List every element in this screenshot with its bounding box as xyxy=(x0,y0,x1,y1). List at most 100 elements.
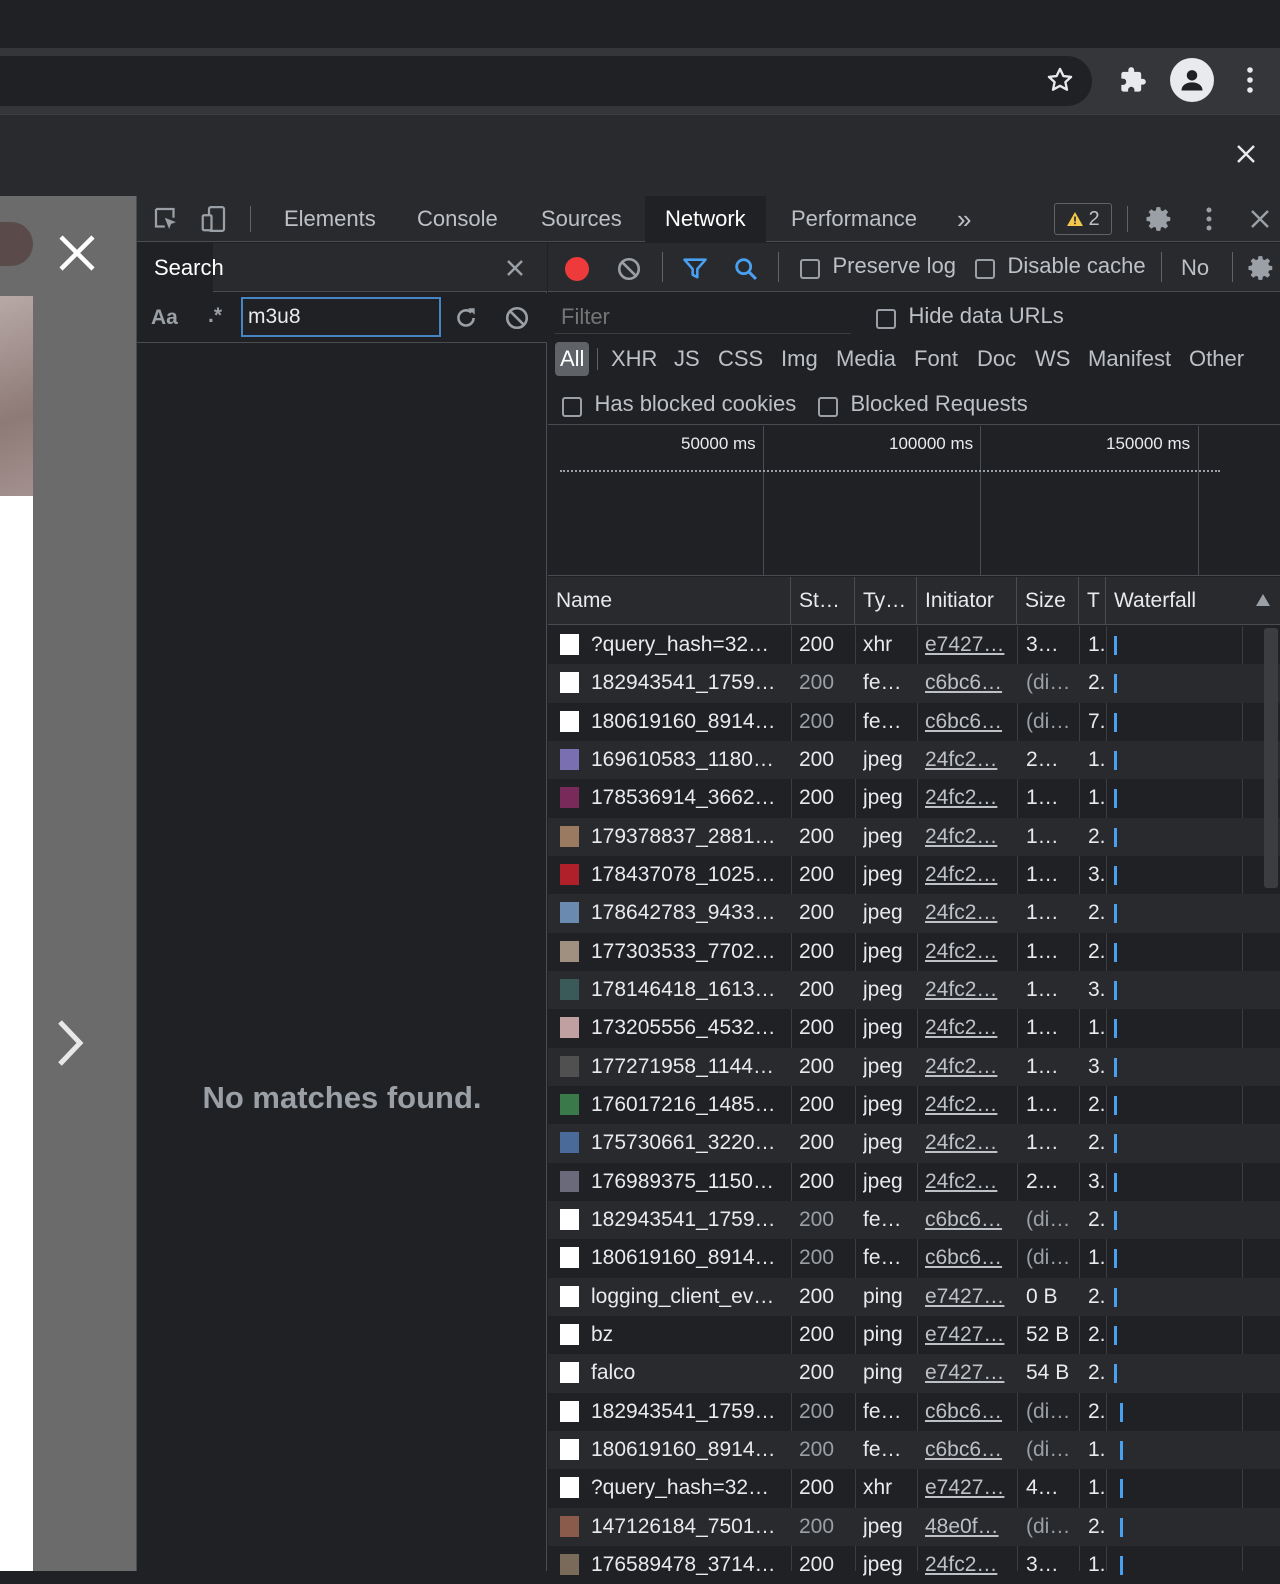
filter-type-manifest[interactable]: Manifest xyxy=(1083,342,1176,376)
filter-type-all[interactable]: All xyxy=(555,342,590,376)
request-row[interactable]: ?query_hash=32… 200 xhr e7427… 4… 1. xyxy=(548,1469,1280,1507)
request-row[interactable]: 176589478_3714… 200 jpeg 24fc2… 3… 1. xyxy=(548,1546,1280,1584)
request-initiator[interactable]: 24fc2… xyxy=(925,1086,1011,1124)
filter-type-css[interactable]: CSS xyxy=(713,342,768,376)
column-name[interactable]: Name xyxy=(548,577,791,625)
request-row[interactable]: 179378837_2881… 200 jpeg 24fc2… 1… 2. xyxy=(548,817,1280,856)
clear-log-icon[interactable] xyxy=(616,256,642,287)
request-initiator[interactable]: 24fc2… xyxy=(925,1124,1011,1162)
search-input[interactable] xyxy=(241,297,441,337)
blocked-requests-checkbox[interactable] xyxy=(818,396,838,417)
request-initiator[interactable]: 48e0f… xyxy=(925,1508,1011,1546)
request-initiator[interactable]: 24fc2… xyxy=(925,1048,1011,1086)
request-initiator[interactable]: e7427… xyxy=(925,1354,1011,1392)
column-size[interactable]: Size xyxy=(1017,577,1079,625)
filter-type-other[interactable]: Other xyxy=(1184,342,1249,376)
request-initiator[interactable]: 24fc2… xyxy=(925,779,1011,817)
request-initiator[interactable]: e7427… xyxy=(925,1278,1011,1316)
hide-data-urls-option[interactable]: Hide data URLs xyxy=(876,303,1064,329)
request-row[interactable]: ?query_hash=32… 200 xhr e7427… 3… 1. xyxy=(548,626,1280,664)
devtools-menu-icon[interactable] xyxy=(1205,206,1213,237)
column-initiator[interactable]: Initiator xyxy=(917,577,1017,625)
filter-type-img[interactable]: Img xyxy=(776,342,823,376)
settings-gear-icon[interactable] xyxy=(1144,204,1174,239)
request-initiator[interactable]: 24fc2… xyxy=(925,971,1011,1009)
page-next-chevron-icon[interactable] xyxy=(54,1018,86,1073)
preserve-log-checkbox[interactable] xyxy=(800,258,820,279)
request-row[interactable]: 169610583_1180… 200 jpeg 24fc2… 2… 1. xyxy=(548,740,1280,780)
request-row[interactable]: 176017216_1485… 200 jpeg 24fc2… 1… 2. xyxy=(548,1086,1280,1124)
request-row[interactable]: 176989375_1150… 200 jpeg 24fc2… 2… 3. xyxy=(548,1163,1280,1201)
requests-scrollbar[interactable] xyxy=(1264,628,1278,888)
request-row[interactable]: 175730661_3220… 200 jpeg 24fc2… 1… 2. xyxy=(548,1124,1280,1163)
request-initiator[interactable]: c6bc6… xyxy=(925,1393,1011,1431)
regex-toggle[interactable]: .* xyxy=(208,304,222,328)
request-row[interactable]: 180619160_8914… 200 fe… c6bc6… (di… 7. xyxy=(548,703,1280,741)
tab-elements[interactable]: Elements xyxy=(264,196,396,242)
column-status[interactable]: St… xyxy=(791,577,855,625)
request-row[interactable]: 177271958_1144… 200 jpeg 24fc2… 1… 3. xyxy=(548,1047,1280,1086)
device-toolbar-icon[interactable] xyxy=(199,204,229,239)
request-initiator[interactable]: 24fc2… xyxy=(925,1163,1011,1201)
request-initiator[interactable]: e7427… xyxy=(925,626,1011,664)
column-time[interactable]: T xyxy=(1079,577,1106,625)
request-initiator[interactable]: c6bc6… xyxy=(925,1201,1011,1239)
tab-network[interactable]: Network xyxy=(645,196,766,242)
request-row[interactable]: 177303533_7702… 200 jpeg 24fc2… 1… 2. xyxy=(548,933,1280,971)
blocked-cookies-checkbox[interactable] xyxy=(562,396,582,417)
search-close-icon[interactable] xyxy=(505,258,525,283)
request-initiator[interactable]: c6bc6… xyxy=(925,664,1011,702)
filter-type-ws[interactable]: WS xyxy=(1030,342,1075,376)
request-initiator[interactable]: c6bc6… xyxy=(925,1239,1011,1277)
page-close-icon[interactable] xyxy=(56,232,98,279)
request-row[interactable]: 182943541_1759… 200 fe… c6bc6… (di… 2. xyxy=(548,1200,1280,1240)
request-initiator[interactable]: 24fc2… xyxy=(925,741,1011,779)
blocked-cookies-option[interactable]: Has blocked cookies xyxy=(562,391,796,417)
request-initiator[interactable]: 24fc2… xyxy=(925,818,1011,856)
infobar-close-icon[interactable] xyxy=(1234,142,1258,171)
column-type[interactable]: Ty… xyxy=(855,577,917,625)
throttling-select[interactable]: No xyxy=(1181,255,1209,281)
request-row[interactable]: falco 200 ping e7427… 54 B 2. xyxy=(548,1354,1280,1393)
filter-type-doc[interactable]: Doc xyxy=(972,342,1021,376)
warnings-badge[interactable]: 2 xyxy=(1054,203,1112,235)
request-row[interactable]: 147126184_7501… 200 jpeg 48e0f… (di… 2. xyxy=(548,1507,1280,1546)
request-row[interactable]: 173205556_4532… 200 jpeg 24fc2… 1… 1. xyxy=(548,1009,1280,1047)
request-row[interactable]: 178146418_1613… 200 jpeg 24fc2… 1… 3. xyxy=(548,970,1280,1010)
preserve-log-option[interactable]: Preserve log xyxy=(800,253,956,279)
search-icon[interactable] xyxy=(732,255,760,288)
request-initiator[interactable]: 24fc2… xyxy=(925,933,1011,971)
more-tabs-icon[interactable]: » xyxy=(937,196,991,242)
filter-input[interactable] xyxy=(555,300,851,334)
tab-console[interactable]: Console xyxy=(397,196,518,242)
request-row[interactable]: 180619160_8914… 200 fe… c6bc6… (di… 1. xyxy=(548,1430,1280,1470)
bookmark-star-icon[interactable] xyxy=(1038,58,1082,102)
request-row[interactable]: 178536914_3662… 200 jpeg 24fc2… 1… 1. xyxy=(548,779,1280,817)
tab-sources[interactable]: Sources xyxy=(521,196,642,242)
search-tab[interactable]: Search xyxy=(137,243,224,292)
column-waterfall[interactable]: Waterfall xyxy=(1106,577,1280,625)
tab-performance[interactable]: Performance xyxy=(771,196,937,242)
request-initiator[interactable]: e7427… xyxy=(925,1469,1011,1507)
request-row[interactable]: 182943541_1759… 200 fe… c6bc6… (di… 2. xyxy=(548,1393,1280,1431)
request-initiator[interactable]: 24fc2… xyxy=(925,1009,1011,1047)
clear-search-icon[interactable] xyxy=(504,305,530,336)
request-initiator[interactable]: c6bc6… xyxy=(925,1431,1011,1469)
request-row[interactable]: 178437078_1025… 200 jpeg 24fc2… 1… 3. xyxy=(548,856,1280,894)
extensions-puzzle-icon[interactable] xyxy=(1111,58,1155,102)
request-row[interactable]: logging_client_ev… 200 ping e7427… 0 B 2. xyxy=(548,1277,1280,1316)
filter-funnel-icon[interactable] xyxy=(681,255,709,288)
inspect-element-icon[interactable] xyxy=(151,204,181,239)
request-initiator[interactable]: c6bc6… xyxy=(925,703,1011,741)
sort-ascending-icon[interactable] xyxy=(1255,593,1271,612)
request-initiator[interactable]: 24fc2… xyxy=(925,1546,1011,1584)
filter-type-xhr[interactable]: XHR xyxy=(606,342,662,376)
disable-cache-checkbox[interactable] xyxy=(975,258,995,279)
filter-type-media[interactable]: Media xyxy=(831,342,901,376)
refresh-icon[interactable] xyxy=(453,305,479,336)
match-case-toggle[interactable]: Aa xyxy=(151,306,178,330)
profile-avatar-icon[interactable] xyxy=(1170,58,1214,102)
request-initiator[interactable]: e7427… xyxy=(925,1316,1011,1354)
request-row[interactable]: 178642783_9433… 200 jpeg 24fc2… 1… 2. xyxy=(548,894,1280,933)
blocked-requests-option[interactable]: Blocked Requests xyxy=(818,391,1028,417)
